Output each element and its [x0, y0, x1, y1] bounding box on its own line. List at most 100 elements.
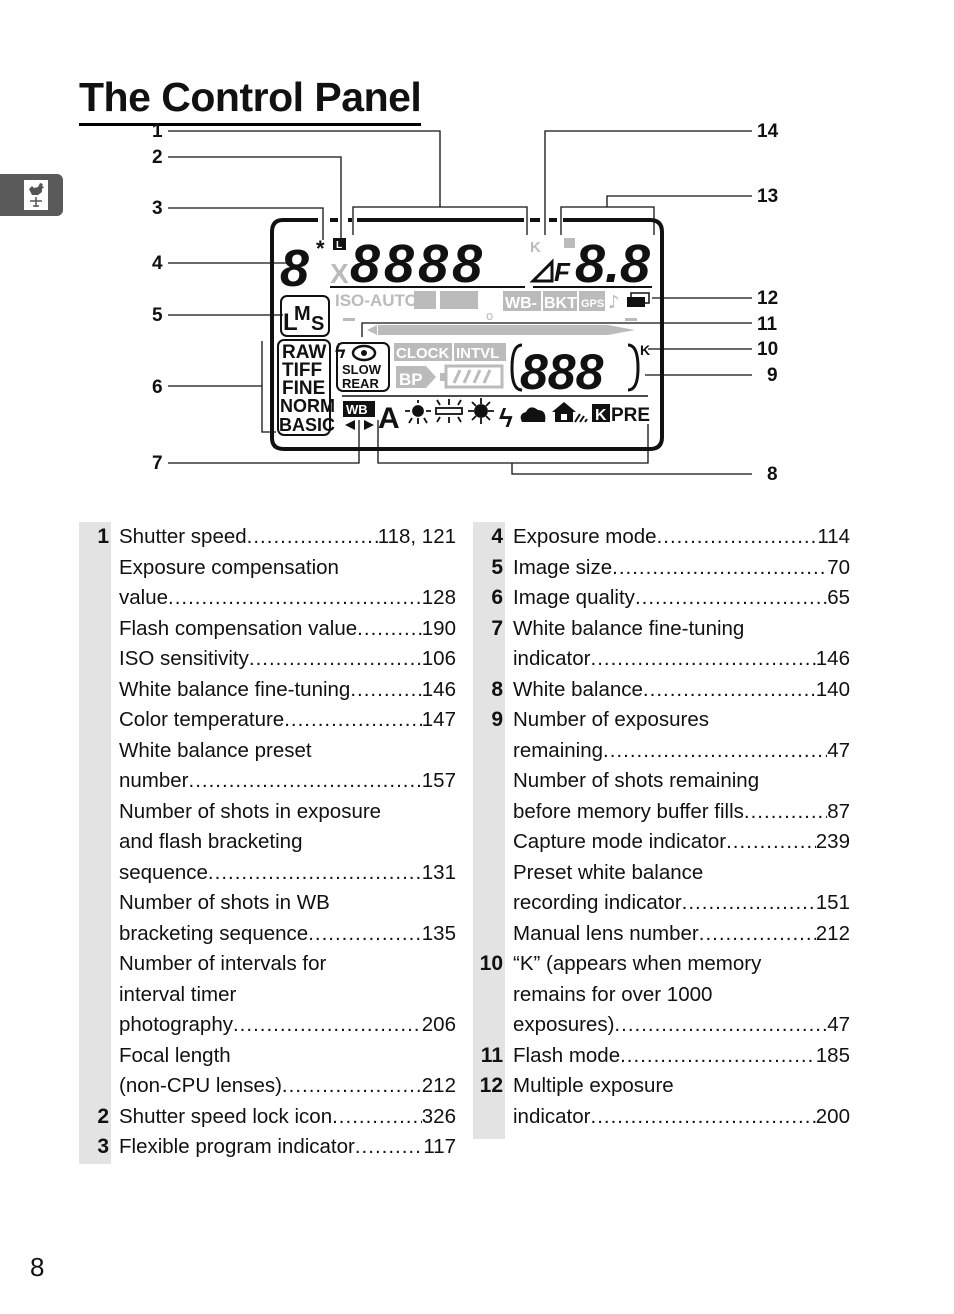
- page-reference-link[interactable]: 185: [816, 1041, 850, 1072]
- entry-label: Manual lens number: [513, 921, 699, 945]
- page-reference-link[interactable]: 117: [423, 1132, 456, 1163]
- page-reference-link[interactable]: 326: [422, 1102, 456, 1133]
- dot-leader: [332, 1102, 422, 1133]
- page-reference-link[interactable]: 131: [422, 858, 456, 889]
- page-reference-link[interactable]: 106: [422, 644, 456, 675]
- entry-line: before memory buffer fills 87: [513, 797, 850, 828]
- entry-line: remains for over 1000: [513, 980, 850, 1011]
- control-panel-diagram: 1 2 3 4 5 6 7 8 9 10 11 12 13 14 8 * L X…: [152, 121, 779, 485]
- entry-line: White balance preset: [119, 736, 456, 767]
- callout-8: 8: [767, 464, 778, 485]
- dot-leader: [249, 644, 422, 675]
- entry-line: exposures) 47: [513, 1010, 850, 1041]
- page-reference-link[interactable]: 200: [816, 1102, 850, 1133]
- image-quality-display: RAW TIFF FINE NORM BASIC: [277, 339, 335, 436]
- entry-line: Number of shots remaining: [513, 766, 850, 797]
- entry-label: Image size: [513, 555, 613, 579]
- callout-14: 14: [757, 121, 779, 142]
- reference-entry: 4 Exposure mode 114: [473, 522, 863, 553]
- page-reference-link[interactable]: 140: [816, 675, 850, 706]
- entry-line: ISO sensitivity 106: [119, 644, 456, 675]
- reference-entry: 6 Image quality 65: [473, 583, 863, 614]
- entry-number: 11: [480, 1043, 503, 1067]
- entry-number: 6: [491, 586, 503, 609]
- callout-13: 13: [757, 186, 778, 207]
- page-reference-link[interactable]: 47: [827, 1010, 850, 1041]
- gps-indicator: GPS: [581, 298, 604, 310]
- entry-line: interval timer: [119, 980, 456, 1011]
- dot-leader: [284, 705, 422, 736]
- entry-number: 4: [491, 525, 503, 548]
- entry-line: photography 206: [119, 1010, 456, 1041]
- entry-line: Capture mode indicator 239: [513, 827, 850, 858]
- entry-label: indicator: [513, 1104, 591, 1128]
- page-reference-link[interactable]: 212: [816, 919, 850, 950]
- entry-number: 5: [491, 555, 503, 579]
- page-reference-link[interactable]: 118, 121: [378, 522, 456, 553]
- entry-label: Exposure mode: [513, 525, 657, 548]
- aperture-display: F 8.8: [529, 234, 652, 294]
- color-temperature-k-icon: K: [595, 407, 607, 424]
- aperture-f-label: F: [554, 257, 571, 287]
- page-reference-link[interactable]: 151: [816, 888, 850, 919]
- entry-number: 9: [491, 708, 503, 731]
- white-balance-row: WB A ϟ K PRE: [343, 398, 650, 435]
- dot-leader: [308, 919, 422, 950]
- page-reference-link[interactable]: 212: [422, 1071, 456, 1102]
- svg-text:M: M: [294, 303, 311, 325]
- page-reference-link[interactable]: 70: [827, 553, 850, 584]
- right-reference-column: 4 Exposure mode 114 5 Image size 70 6 Image qu…: [473, 522, 863, 1139]
- entry-label: Preset white balance: [513, 860, 704, 884]
- callout-12: 12: [757, 288, 778, 309]
- page-reference-link[interactable]: 147: [422, 705, 456, 736]
- entry-label: Color temperature: [119, 708, 285, 731]
- page-reference-link[interactable]: 190: [422, 614, 456, 645]
- fluorescent-icon: [435, 399, 463, 423]
- entry-line: indicator 146: [513, 644, 850, 675]
- entry-label: Flash compensation value: [119, 616, 358, 640]
- entry-label: Flexible program indicator: [119, 1135, 355, 1158]
- page-reference-link[interactable]: 128: [422, 583, 456, 614]
- page-reference-link[interactable]: 239: [816, 827, 850, 858]
- reference-entry: 9Number of exposuresremaining 47Number o…: [473, 705, 863, 949]
- page-reference-link[interactable]: 65: [827, 583, 850, 614]
- reference-entry: 3 Flexible program indicator 117: [79, 1132, 469, 1163]
- entry-line: White balance fine-tuning 146: [119, 675, 456, 706]
- page-reference-link[interactable]: 206: [422, 1010, 456, 1041]
- entry-label: recording indicator: [513, 891, 682, 914]
- dot-leader: [726, 827, 816, 858]
- entry-label: Focal length: [119, 1043, 231, 1067]
- counter-digits: 888: [520, 344, 604, 400]
- small-k-indicator: K: [530, 239, 541, 256]
- entry-line: White balance fine-tuning: [513, 614, 850, 645]
- entry-number: 8: [491, 677, 503, 701]
- aperture-digits: 8.8: [575, 234, 650, 294]
- entry-label: remains for over 1000: [513, 982, 713, 1006]
- page-reference-link[interactable]: 135: [422, 919, 456, 950]
- clock-intvl-indicators: CLOCK INTVL BP: [394, 343, 506, 389]
- meter-zero: o: [486, 309, 493, 323]
- dot-leader: [357, 614, 422, 645]
- entry-label: Number of shots in WB: [119, 891, 330, 914]
- callout-2: 2: [152, 147, 163, 168]
- entry-line: Shutter speed 118, 121: [119, 522, 456, 553]
- wb-auto-icon: A: [378, 402, 400, 435]
- svg-text:SLOW: SLOW: [342, 362, 382, 377]
- page-reference-link[interactable]: 157: [422, 766, 456, 797]
- entry-label: White balance fine-tuning: [513, 616, 745, 640]
- shutter-speed-display: 8888: [330, 234, 525, 294]
- dot-leader: [614, 1010, 827, 1041]
- entry-label: “K” (appears when memory: [513, 952, 762, 975]
- exposure-compensation-icon: [414, 291, 436, 309]
- dot-leader: [247, 522, 378, 553]
- entry-label: remaining: [513, 738, 604, 762]
- page-reference-link[interactable]: 146: [816, 644, 850, 675]
- page-reference-link[interactable]: 47: [827, 736, 850, 767]
- entry-label: Flash mode: [513, 1043, 621, 1067]
- page-reference-link[interactable]: 87: [827, 797, 850, 828]
- page-reference-link[interactable]: 114: [817, 522, 850, 553]
- entry-label: Exposure compensation: [119, 555, 339, 579]
- entry-line: Image quality 65: [513, 583, 850, 614]
- page-reference-link[interactable]: 146: [422, 675, 456, 706]
- bp-indicator: BP: [399, 370, 423, 389]
